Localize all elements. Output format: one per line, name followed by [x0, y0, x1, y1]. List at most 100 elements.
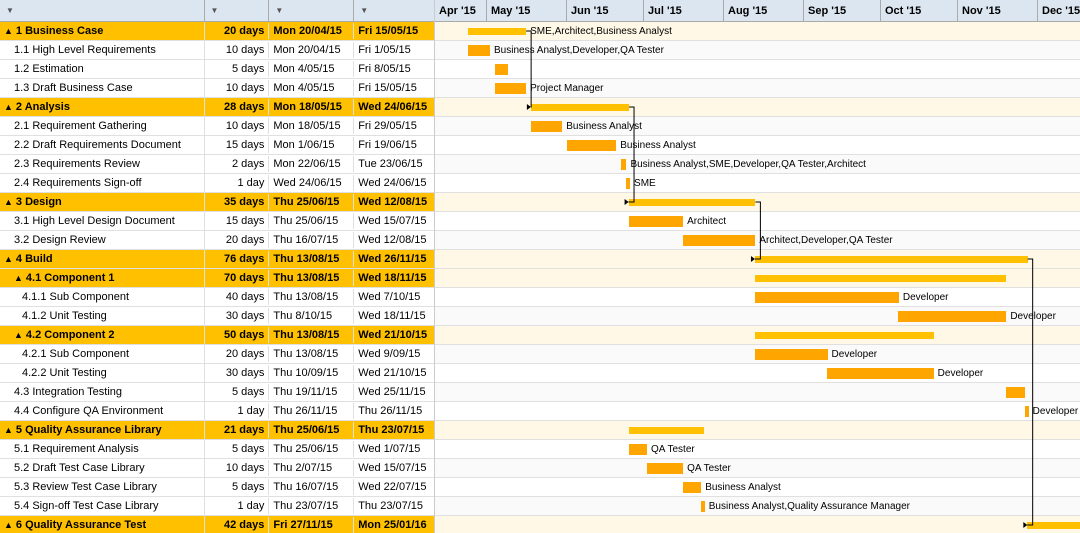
- cell-task: 2.4 Requirements Sign-off: [0, 174, 205, 192]
- table-row: ▲4 Build 76 days Thu 13/08/15 Wed 26/11/…: [0, 250, 434, 269]
- cell-start: Thu 25/06/15: [269, 422, 354, 438]
- cell-duration: 30 days: [205, 365, 270, 381]
- cell-finish: Wed 25/11/15: [354, 384, 434, 400]
- gantt-bar: [755, 256, 1028, 263]
- cell-task: 4.1.2 Unit Testing: [0, 307, 205, 325]
- bar-label: QA Tester: [687, 463, 731, 474]
- table-row: 4.1.1 Sub Component 40 days Thu 13/08/15…: [0, 288, 434, 307]
- cell-task: 3.1 High Level Design Document: [0, 212, 205, 230]
- gantt-bar: [1027, 522, 1080, 529]
- gantt-body: SME,Architect,Business AnalystBusiness A…: [435, 22, 1080, 533]
- sort-icon-finish[interactable]: ▼: [360, 6, 368, 15]
- gantt-bar: [567, 140, 616, 151]
- table-row: 5.2 Draft Test Case Library 10 days Thu …: [0, 459, 434, 478]
- bar-label: Architect,Developer,QA Tester: [759, 235, 892, 246]
- col-header-finish[interactable]: ▼: [354, 0, 434, 21]
- cell-finish: Thu 26/11/15: [354, 403, 434, 419]
- expand-icon[interactable]: ▲: [4, 197, 13, 207]
- expand-icon[interactable]: ▲: [14, 330, 23, 340]
- table-row: 4.2.2 Unit Testing 30 days Thu 10/09/15 …: [0, 364, 434, 383]
- cell-duration: 15 days: [205, 137, 270, 153]
- table-row: 2.3 Requirements Review 2 days Mon 22/06…: [0, 155, 434, 174]
- expand-icon[interactable]: ▲: [4, 102, 13, 112]
- col-header-task[interactable]: ▼: [0, 0, 205, 21]
- cell-start: Fri 27/11/15: [269, 517, 354, 533]
- cell-start: Thu 10/09/15: [269, 365, 354, 381]
- cell-duration: 10 days: [205, 460, 270, 476]
- expand-icon[interactable]: ▲: [4, 254, 13, 264]
- cell-start: Thu 2/07/15: [269, 460, 354, 476]
- table-row: 2.4 Requirements Sign-off 1 day Wed 24/0…: [0, 174, 434, 193]
- sort-icon-duration[interactable]: ▼: [211, 6, 219, 15]
- bar-label: Developer: [1033, 406, 1079, 417]
- bar-label: Business Analyst: [705, 482, 781, 493]
- cell-duration: 2 days: [205, 156, 270, 172]
- cell-finish: Wed 18/11/15: [354, 270, 434, 286]
- bar-label: QA Tester: [651, 444, 695, 455]
- gantt-bar: [621, 159, 627, 170]
- month-cell: Oct '15: [881, 0, 958, 21]
- table-row: ▲5 Quality Assurance Library 21 days Thu…: [0, 421, 434, 440]
- cell-duration: 10 days: [205, 118, 270, 134]
- cell-start: Thu 16/07/15: [269, 479, 354, 495]
- cell-task: 5.1 Requirement Analysis: [0, 440, 205, 458]
- cell-finish: Wed 1/07/15: [354, 441, 434, 457]
- cell-start: Mon 4/05/15: [269, 61, 354, 77]
- month-cell: Nov '15: [958, 0, 1038, 21]
- gantt-row: [435, 383, 1080, 402]
- cell-duration: 20 days: [205, 232, 270, 248]
- cell-finish: Wed 24/06/15: [354, 175, 434, 191]
- bar-label: Architect: [687, 216, 726, 227]
- table-row: 1.1 High Level Requirements 10 days Mon …: [0, 41, 434, 60]
- task-rows: ▲1 Business Case 20 days Mon 20/04/15 Fr…: [0, 22, 434, 533]
- gantt-chart: ▼ ▼ ▼ ▼ ▲1 Business Case 20 days Mon 20/…: [0, 0, 1080, 533]
- table-row: 4.3 Integration Testing 5 days Thu 19/11…: [0, 383, 434, 402]
- bar-label: Developer: [938, 368, 984, 379]
- cell-task: 4.4 Configure QA Environment: [0, 402, 205, 420]
- gantt-bar: [531, 121, 562, 132]
- bar-label: Business Analyst,SME,Developer,QA Tester…: [630, 159, 865, 170]
- expand-icon[interactable]: ▲: [4, 26, 13, 36]
- table-row: 4.4 Configure QA Environment 1 day Thu 2…: [0, 402, 434, 421]
- cell-duration: 5 days: [205, 61, 270, 77]
- expand-icon[interactable]: ▲: [4, 520, 13, 530]
- gantt-rows-container: SME,Architect,Business AnalystBusiness A…: [435, 22, 1080, 533]
- cell-duration: 1 day: [205, 403, 270, 419]
- table-row: 5.4 Sign-off Test Case Library 1 day Thu…: [0, 497, 434, 516]
- table-row: ▲3 Design 35 days Thu 25/06/15 Wed 12/08…: [0, 193, 434, 212]
- gantt-row: [435, 212, 1080, 231]
- gantt-bar: [827, 368, 934, 379]
- cell-start: Mon 20/04/15: [269, 23, 354, 39]
- expand-icon[interactable]: ▲: [4, 425, 13, 435]
- cell-start: Thu 8/10/15: [269, 308, 354, 324]
- gantt-row: [435, 402, 1080, 421]
- gantt-bar: [629, 199, 756, 206]
- table-row: 2.2 Draft Requirements Document 15 days …: [0, 136, 434, 155]
- gantt-row: [435, 174, 1080, 193]
- col-header-duration[interactable]: ▼: [205, 0, 270, 21]
- cell-start: Mon 20/04/15: [269, 42, 354, 58]
- bar-label: Business Analyst: [566, 121, 642, 132]
- cell-duration: 15 days: [205, 213, 270, 229]
- gantt-bar: [755, 275, 1006, 282]
- cell-duration: 30 days: [205, 308, 270, 324]
- cell-task: ▲6 Quality Assurance Test: [0, 516, 205, 533]
- sort-icon-task[interactable]: ▼: [6, 6, 14, 15]
- gantt-bar: [683, 235, 756, 246]
- month-cell: May '15: [487, 0, 567, 21]
- cell-duration: 42 days: [205, 517, 270, 533]
- table-row: 4.1.2 Unit Testing 30 days Thu 8/10/15 W…: [0, 307, 434, 326]
- table-row: 3.1 High Level Design Document 15 days T…: [0, 212, 434, 231]
- cell-start: Thu 16/07/15: [269, 232, 354, 248]
- table-row: 1.3 Draft Business Case 10 days Mon 4/05…: [0, 79, 434, 98]
- sort-icon-start[interactable]: ▼: [275, 6, 283, 15]
- expand-icon[interactable]: ▲: [14, 273, 23, 283]
- cell-task: 5.3 Review Test Case Library: [0, 478, 205, 496]
- col-header-start[interactable]: ▼: [269, 0, 354, 21]
- table-header: ▼ ▼ ▼ ▼: [0, 0, 434, 22]
- gantt-header: Apr '15May '15Jun '15Jul '15Aug '15Sep '…: [435, 0, 1080, 22]
- cell-task: 2.2 Draft Requirements Document: [0, 136, 205, 154]
- cell-finish: Wed 18/11/15: [354, 308, 434, 324]
- cell-start: Mon 1/06/15: [269, 137, 354, 153]
- cell-duration: 50 days: [205, 327, 270, 343]
